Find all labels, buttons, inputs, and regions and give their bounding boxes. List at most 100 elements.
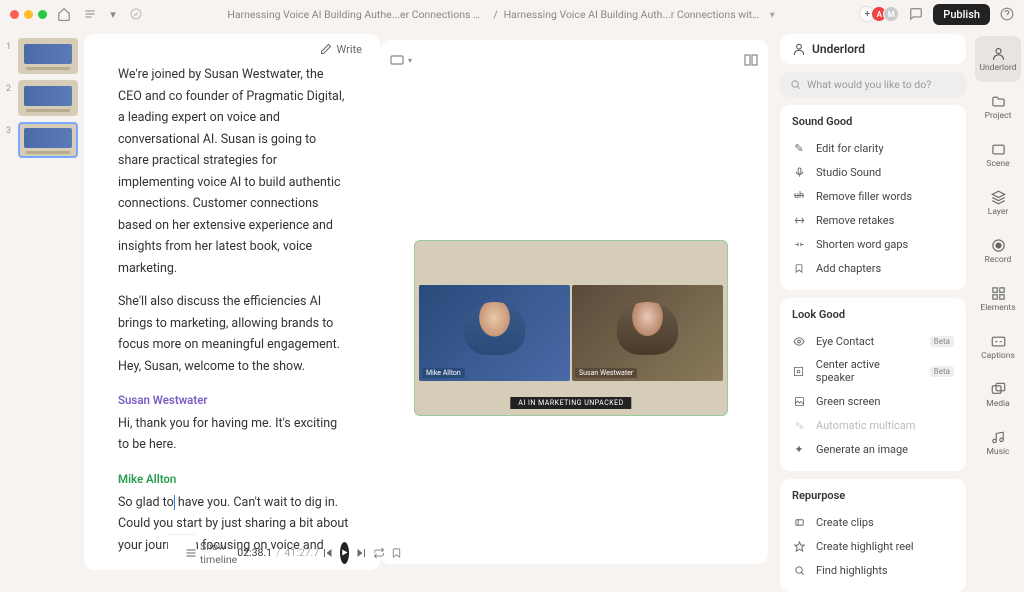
- speaker-label[interactable]: Susan Westwater: [118, 391, 350, 411]
- pencil-icon: [320, 43, 332, 55]
- transcript-paragraph[interactable]: She'll also discuss the efficiencies AI …: [118, 291, 350, 377]
- close-window-icon[interactable]: [10, 10, 19, 19]
- search-input[interactable]: What would you like to do?: [780, 72, 966, 97]
- image-icon: [792, 394, 806, 408]
- scene-item[interactable]: 1: [6, 38, 78, 74]
- skip-back-icon[interactable]: [322, 543, 334, 563]
- underlord-icon: [990, 45, 1006, 61]
- shorten-word-gaps[interactable]: Shorten word gaps: [792, 232, 954, 256]
- elements-icon: [990, 285, 1006, 301]
- breadcrumb-1[interactable]: Harnessing Voice AI Building Authe...er …: [227, 8, 487, 21]
- star-icon: [792, 539, 806, 553]
- aspect-icon: [390, 55, 404, 65]
- bookmark-icon: [792, 261, 806, 275]
- transcript-paragraph[interactable]: Hi, thank you for having me. It's exciti…: [118, 413, 350, 456]
- maximize-window-icon[interactable]: [38, 10, 47, 19]
- rail-scene[interactable]: Scene: [975, 132, 1021, 178]
- skip-forward-icon[interactable]: [355, 543, 367, 563]
- collaborators[interactable]: + A M: [859, 6, 899, 22]
- scene-item[interactable]: 3: [6, 122, 78, 158]
- layout-toggle-icon[interactable]: [744, 54, 758, 66]
- video-caption: AI IN MARKETING UNPACKED: [510, 397, 631, 409]
- wand-icon: ✎: [792, 141, 806, 155]
- comment-icon[interactable]: [909, 7, 923, 21]
- rail-elements[interactable]: Elements: [975, 276, 1021, 322]
- editor-panel: Write We're joined by Susan Westwater, t…: [84, 34, 380, 570]
- section-sound-good: Sound Good ✎Edit for clarity Studio Soun…: [780, 105, 966, 290]
- loop-icon[interactable]: [373, 543, 385, 563]
- section-repurpose: Repurpose Create clips Create highlight …: [780, 479, 966, 592]
- add-chapters[interactable]: Add chapters: [792, 256, 954, 280]
- media-icon: [990, 381, 1006, 397]
- speaker-tag: Mike Allton: [422, 368, 465, 378]
- time-current: 02:38.1: [237, 546, 272, 559]
- help-icon[interactable]: [1000, 7, 1014, 21]
- publish-button[interactable]: Publish: [933, 4, 990, 25]
- edit-for-clarity[interactable]: ✎Edit for clarity: [792, 136, 954, 160]
- generate-image[interactable]: ✦Generate an image: [792, 437, 954, 461]
- play-button[interactable]: [340, 542, 349, 564]
- music-icon: [990, 429, 1006, 445]
- breadcrumb[interactable]: Harnessing Voice AI Building Authe...er …: [143, 8, 859, 21]
- scene-thumbnail[interactable]: [18, 38, 78, 74]
- captions-icon: [990, 333, 1006, 349]
- remove-filler-words[interactable]: uhRemove filler words: [792, 184, 954, 208]
- automatic-multicam: Automatic multicam: [792, 413, 954, 437]
- folder-icon: [990, 93, 1006, 109]
- rail-layer[interactable]: Layer: [975, 180, 1021, 226]
- menu-icon[interactable]: [83, 7, 97, 21]
- compress-icon: [792, 237, 806, 251]
- beta-badge: Beta: [930, 336, 954, 347]
- retake-icon: [792, 213, 806, 227]
- video-pane-left: Mike Allton: [419, 285, 570, 381]
- video-preview[interactable]: Mike Allton Susan Westwater AI IN MARKET…: [414, 240, 728, 416]
- rail-captions[interactable]: Captions: [975, 324, 1021, 370]
- rail-project[interactable]: Project: [975, 84, 1021, 130]
- avatar[interactable]: M: [883, 6, 899, 22]
- center-icon: [792, 364, 806, 378]
- rail-underlord[interactable]: Underlord: [975, 36, 1021, 82]
- scene-icon: [990, 141, 1006, 157]
- create-clips[interactable]: Create clips: [792, 510, 954, 534]
- time-total: 41:27.7: [284, 546, 319, 559]
- center-active-speaker[interactable]: Center active speakerBeta: [792, 353, 954, 389]
- write-button[interactable]: Write: [320, 43, 362, 56]
- chevron-down-icon: ▾: [408, 56, 412, 65]
- chevron-down-icon[interactable]: ▾: [770, 8, 775, 21]
- mic-icon: [792, 165, 806, 179]
- transcript[interactable]: We're joined by Susan Westwater, the CEO…: [84, 64, 380, 570]
- rail-music[interactable]: Music: [975, 420, 1021, 466]
- search-icon: [792, 563, 806, 577]
- section-look-good: Look Good Eye ContactBeta Center active …: [780, 298, 966, 471]
- eye-contact[interactable]: Eye ContactBeta: [792, 329, 954, 353]
- clip-icon: [792, 515, 806, 529]
- home-icon[interactable]: [57, 7, 71, 21]
- green-screen[interactable]: Green screen: [792, 389, 954, 413]
- rail-record[interactable]: Record: [975, 228, 1021, 274]
- timeline-toggle-icon[interactable]: [185, 543, 197, 563]
- breadcrumb-2[interactable]: Harnessing Voice AI Building Auth...r Co…: [504, 8, 764, 21]
- find-highlights[interactable]: Find highlights: [792, 558, 954, 582]
- remove-retakes[interactable]: Remove retakes: [792, 208, 954, 232]
- speaker-label[interactable]: Mike Allton: [118, 470, 350, 490]
- rail-media[interactable]: Media: [975, 372, 1021, 418]
- studio-sound[interactable]: Studio Sound: [792, 160, 954, 184]
- speaker-tag: Susan Westwater: [575, 368, 637, 378]
- right-rail: Underlord Project Scene Layer Record Ele…: [972, 28, 1024, 576]
- scene-list: 1 2 3: [0, 28, 84, 576]
- show-timeline-button[interactable]: Show timeline: [200, 540, 237, 566]
- transcript-paragraph[interactable]: We're joined by Susan Westwater, the CEO…: [118, 64, 350, 279]
- window-controls[interactable]: [10, 10, 47, 19]
- aspect-selector[interactable]: ▾: [390, 55, 412, 65]
- section-title: Sound Good: [792, 115, 954, 128]
- multicam-icon: [792, 418, 806, 432]
- eye-icon: [792, 334, 806, 348]
- section-title: Look Good: [792, 308, 954, 321]
- scene-item[interactable]: 2: [6, 80, 78, 116]
- chevron-down-icon[interactable]: ▾: [109, 7, 117, 21]
- scene-thumbnail[interactable]: [18, 122, 78, 158]
- create-highlight-reel[interactable]: Create highlight reel: [792, 534, 954, 558]
- scene-thumbnail[interactable]: [18, 80, 78, 116]
- minimize-window-icon[interactable]: [24, 10, 33, 19]
- bookmark-icon[interactable]: [391, 543, 402, 563]
